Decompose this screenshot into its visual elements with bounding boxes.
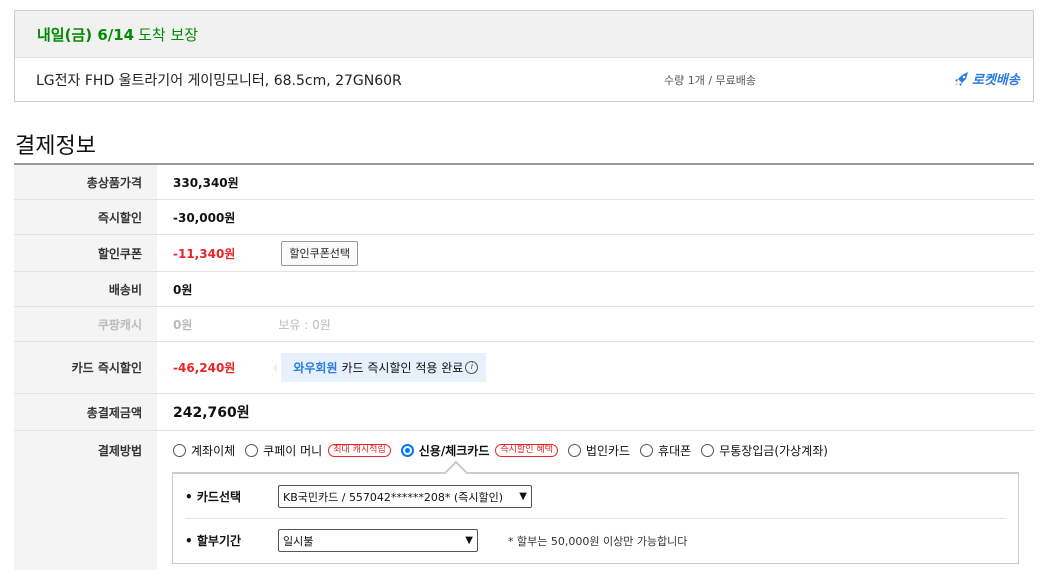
row-label: 쿠팡캐시 [14, 307, 157, 341]
rocket-icon [955, 71, 968, 86]
grand-total-value: 242,760원 [173, 405, 250, 421]
card-instant-cell: -46,240원 와우회원 카드 즉시할인 적용 완료 i [157, 342, 1034, 393]
installment-note: * 할부는 50,000원 이상만 가능합니다 [508, 534, 688, 548]
method-mobile-phone[interactable]: 휴대폰 [640, 442, 691, 459]
arrival-guarantee: 도착 보장 [138, 25, 199, 44]
installment-value: 일시불 [283, 534, 314, 548]
radio-button[interactable] [640, 443, 654, 457]
row-coupang-cash: 쿠팡캐시 0원 보유 : 0원 [14, 307, 1034, 342]
card-select-row: • 카드선택 KB국민카드 / 557042******208* (즉시할인) … [185, 485, 1006, 508]
installment-dropdown[interactable]: 일시불 ▼ [278, 529, 478, 552]
instant-discount-badge: 즉시할인 혜택 [495, 443, 558, 457]
method-corporate-card[interactable]: 법인카드 [567, 442, 631, 459]
wow-member-notice: 와우회원 카드 즉시할인 적용 완료 i [273, 353, 487, 382]
method-label: 신용/체크카드 [418, 443, 490, 458]
section-title-payment-info: 결제정보 [15, 134, 96, 159]
chevron-down-icon: ▼ [519, 491, 527, 502]
method-label: 계좌이체 [191, 443, 236, 458]
row-product-total: 총상품가격 330,340원 [14, 165, 1034, 200]
rocket-delivery-label: 로켓배송 [972, 73, 1020, 88]
rocket-delivery-badge: 로켓배송 [953, 69, 1020, 88]
coupon-discount-value: -11,340원 [173, 246, 236, 261]
method-label: 휴대폰 [658, 443, 692, 458]
coupon-cell: -11,340원 할인쿠폰선택 [157, 235, 1034, 271]
row-grand-total: 총결제금액 242,760원 [14, 394, 1034, 431]
row-label: 총결제금액 [14, 394, 157, 430]
row-coupon: 할인쿠폰 -11,340원 할인쿠폰선택 [14, 235, 1034, 272]
installment-label: • 할부기간 [185, 534, 242, 548]
panel-divider [185, 518, 1006, 519]
cash-reward-badge: 최대 캐시적립 [328, 443, 391, 457]
card-select-dropdown[interactable]: KB국민카드 / 557042******208* (즉시할인) ▼ [278, 485, 532, 508]
radio-button-selected[interactable] [400, 443, 414, 457]
row-label: 카드 즉시할인 [14, 342, 157, 393]
quantity-info: 수량 1개 / 무료배송 [664, 74, 757, 87]
delivery-header: 내일(금) 6/14 도착 보장 [15, 11, 1033, 58]
row-shipping: 배송비 0원 [14, 272, 1034, 307]
chevron-down-icon: ▼ [465, 535, 473, 546]
card-options-panel: • 카드선택 KB국민카드 / 557042******208* (즉시할인) … [172, 472, 1019, 564]
radio-button[interactable] [245, 443, 259, 457]
radio-button[interactable] [173, 443, 186, 457]
method-label: 무통장입금(가상계좌) [719, 443, 828, 458]
installment-row: • 할부기간 일시불 ▼ * 할부는 50,000원 이상만 가능합니다 [185, 529, 1006, 552]
radio-button[interactable] [567, 443, 581, 457]
delivery-box: 내일(금) 6/14 도착 보장 LG전자 FHD 울트라기어 게이밍모니터, … [14, 10, 1034, 102]
method-bank-transfer[interactable]: 계좌이체 [173, 442, 235, 459]
method-label: 쿠페이 머니 [263, 443, 323, 458]
instant-discount-value: -30,000원 [173, 210, 236, 225]
row-label: 총상품가격 [14, 165, 157, 199]
card-select-value: KB국민카드 / 557042******208* (즉시할인) [283, 490, 503, 504]
cash-value: 0원 [173, 317, 193, 332]
info-icon[interactable]: i [465, 361, 479, 374]
wow-member-label: 와우회원 [293, 361, 338, 375]
method-credit-check-card[interactable]: 신용/체크카드 즉시할인 혜택 [400, 442, 558, 459]
method-coupay-money[interactable]: 쿠페이 머니 최대 캐시적립 [245, 442, 391, 459]
method-virtual-account[interactable]: 무통장입금(가상계좌) [701, 442, 828, 459]
row-label: 결제방법 [14, 431, 157, 570]
row-label: 배송비 [14, 272, 157, 306]
radio-button[interactable] [701, 443, 715, 457]
row-label: 즉시할인 [14, 200, 157, 234]
arrival-date: 내일(금) 6/14 [37, 25, 135, 44]
row-label: 할인쿠폰 [14, 235, 157, 271]
product-total-value: 330,340원 [173, 175, 239, 190]
select-coupon-button[interactable]: 할인쿠폰선택 [281, 240, 359, 266]
wow-notice-text: 카드 즉시할인 적용 완료 [341, 361, 464, 375]
shipping-fee-value: 0원 [173, 282, 193, 297]
card-instant-discount-value: -46,240원 [173, 361, 236, 375]
method-label: 법인카드 [585, 443, 631, 458]
row-instant-discount: 즉시할인 -30,000원 [14, 200, 1034, 235]
product-name: LG전자 FHD 울트라기어 게이밍모니터, 68.5cm, 27GN60R [36, 73, 402, 89]
card-select-label-text: 카드선택 [196, 490, 242, 504]
cash-cell: 0원 보유 : 0원 [157, 307, 1034, 341]
delivery-item-row: LG전자 FHD 울트라기어 게이밍모니터, 68.5cm, 27GN60R 수… [15, 58, 1033, 102]
cash-reserve: 보유 : 0원 [278, 317, 331, 332]
payment-method-options: 계좌이체 쿠페이 머니 최대 캐시적립 신용/체크카드 즉시할인 혜택 법인카드 [173, 431, 838, 469]
card-select-label: • 카드선택 [185, 490, 242, 504]
installment-label-text: 할부기간 [196, 534, 242, 548]
row-card-instant-discount: 카드 즉시할인 -46,240원 와우회원 카드 즉시할인 적용 완료 i [14, 342, 1034, 394]
